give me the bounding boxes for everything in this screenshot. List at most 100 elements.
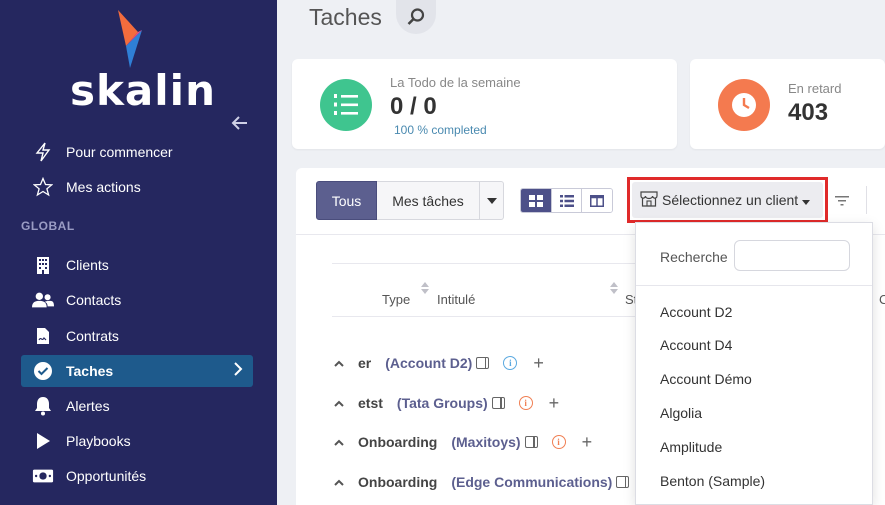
dropdown-divider xyxy=(636,285,872,286)
star-icon xyxy=(32,176,54,198)
task-group-name: Onboarding xyxy=(358,474,438,490)
panel-icon[interactable] xyxy=(476,357,490,369)
client-search-input[interactable] xyxy=(734,240,850,271)
search-button[interactable] xyxy=(396,0,436,34)
users-icon xyxy=(32,289,54,311)
list-ordered-icon xyxy=(320,79,372,131)
sidebar-item-label: Opportunités xyxy=(66,468,147,484)
todo-week-value: 0 / 0 xyxy=(390,93,437,120)
play-icon xyxy=(32,430,54,452)
task-group-client[interactable]: (Tata Groups) xyxy=(397,395,488,411)
table-header-border xyxy=(332,316,635,317)
todo-week-label: La Todo de la semaine xyxy=(390,75,521,90)
task-group-row[interactable]: etst (Tata Groups) i + xyxy=(334,392,559,414)
add-task-icon[interactable]: + xyxy=(549,393,560,414)
grid-icon xyxy=(528,194,543,207)
columns-icon xyxy=(590,194,605,207)
client-option[interactable]: Account D2 xyxy=(660,304,732,320)
chevron-up-icon[interactable] xyxy=(334,396,350,410)
bell-icon xyxy=(32,395,54,417)
client-select-label: Sélectionnez un client xyxy=(662,192,799,208)
grid-view-button[interactable] xyxy=(521,189,551,212)
sidebar-item-clients[interactable]: Clients xyxy=(21,249,253,281)
sidebar-item-label: Contrats xyxy=(66,328,119,344)
column-header-type[interactable]: Type xyxy=(382,292,410,307)
sidebar-item-mes-actions[interactable]: Mes actions xyxy=(21,171,253,203)
sidebar-item-label: Pour commencer xyxy=(66,144,173,160)
sidebar-item-taches[interactable]: Taches xyxy=(21,355,253,387)
column-header-next[interactable]: C xyxy=(879,292,885,307)
todo-week-card[interactable]: La Todo de la semaine 0 / 0 100 % comple… xyxy=(292,59,677,149)
task-group-row[interactable]: er (Account D2) i + xyxy=(334,352,544,374)
client-option[interactable]: Algolia xyxy=(660,405,702,421)
info-icon[interactable]: i xyxy=(518,396,533,410)
skalin-logo[interactable]: skalin xyxy=(70,8,215,115)
panel-icon[interactable] xyxy=(491,397,505,409)
sidebar-item-label: Contacts xyxy=(66,292,122,308)
task-group-name: Onboarding xyxy=(358,434,438,450)
chevron-up-icon[interactable] xyxy=(334,475,350,489)
collapse-sidebar-button[interactable] xyxy=(229,112,251,134)
task-group-row[interactable]: Onboarding (Maxitoys) i + xyxy=(334,431,592,453)
sidebar: skalin Pour commencer Mes actions GLOBAL… xyxy=(0,0,277,505)
logo-text: skalin xyxy=(70,66,216,115)
info-icon[interactable]: i xyxy=(551,435,566,449)
sidebar-item-label: Alertes xyxy=(66,398,110,414)
sidebar-item-opportunites[interactable]: Opportunités xyxy=(21,460,253,492)
caret-down-icon xyxy=(486,197,497,204)
filter-options-dropdown[interactable] xyxy=(480,181,504,220)
sidebar-item-label: Clients xyxy=(66,257,109,273)
late-tasks-value: 403 xyxy=(788,99,829,126)
dropdown-search-label: Recherche xyxy=(660,249,728,265)
client-option[interactable]: Account Démo xyxy=(660,371,752,387)
task-group-client[interactable]: (Account D2) xyxy=(385,355,472,371)
sidebar-item-contrats[interactable]: Contrats xyxy=(21,320,253,352)
clock-icon xyxy=(718,79,770,131)
sidebar-item-pour-commencer[interactable]: Pour commencer xyxy=(21,136,253,168)
columns-view-button[interactable] xyxy=(581,189,612,212)
search-icon xyxy=(407,8,425,25)
panel-icon[interactable] xyxy=(616,476,630,488)
sort-type-icon[interactable] xyxy=(421,282,429,294)
chevron-up-icon[interactable] xyxy=(334,435,350,449)
arrow-left-icon xyxy=(231,116,247,130)
filter-tous-button[interactable]: Tous xyxy=(316,181,377,220)
late-tasks-card[interactable]: En retard 403 xyxy=(690,59,885,149)
client-option[interactable]: Amplitude xyxy=(660,439,722,455)
task-group-client[interactable]: (Edge Communications) xyxy=(451,474,612,490)
sidebar-item-playbooks[interactable]: Playbooks xyxy=(21,425,253,457)
list-icon xyxy=(559,194,574,207)
late-tasks-label: En retard xyxy=(788,81,842,96)
sidebar-item-label: Taches xyxy=(66,363,114,379)
column-header-intitule[interactable]: Intitulé xyxy=(437,292,475,307)
sidebar-item-alertes[interactable]: Alertes xyxy=(21,390,253,422)
filter-mes-taches-button[interactable]: Mes tâches xyxy=(377,181,480,220)
caret-down-icon xyxy=(802,192,811,208)
check-circle-icon xyxy=(32,360,54,382)
add-task-icon[interactable]: + xyxy=(533,353,544,374)
sidebar-item-label: Playbooks xyxy=(66,433,131,449)
panel-icon[interactable] xyxy=(524,436,538,448)
task-group-client[interactable]: (Maxitoys) xyxy=(451,434,520,450)
info-icon[interactable]: i xyxy=(503,356,518,370)
money-icon xyxy=(32,465,54,487)
sidebar-item-label: Mes actions xyxy=(66,179,141,195)
add-task-icon[interactable]: + xyxy=(582,432,593,453)
sort-intitule-icon[interactable] xyxy=(610,282,618,294)
todo-week-completion: 100 % completed xyxy=(394,123,487,137)
list-view-button[interactable] xyxy=(550,189,582,212)
logo-mark-icon xyxy=(118,10,142,68)
filter-icon[interactable] xyxy=(835,194,849,212)
bolt-icon xyxy=(32,141,54,163)
task-group-row[interactable]: Onboarding (Edge Communications) xyxy=(334,471,643,493)
client-select-button[interactable]: Sélectionnez un client xyxy=(632,182,823,218)
toolbar-separator xyxy=(866,186,867,214)
client-option[interactable]: Account D4 xyxy=(660,337,732,353)
client-dropdown-menu: Recherche Account D2 Account D4 Account … xyxy=(635,222,873,505)
chevron-up-icon[interactable] xyxy=(334,356,350,370)
sidebar-item-contacts[interactable]: Contacts xyxy=(21,284,253,316)
client-option[interactable]: Benton (Sample) xyxy=(660,473,765,489)
store-icon xyxy=(640,190,658,210)
file-signature-icon xyxy=(32,325,54,347)
chevron-right-icon xyxy=(233,361,243,381)
